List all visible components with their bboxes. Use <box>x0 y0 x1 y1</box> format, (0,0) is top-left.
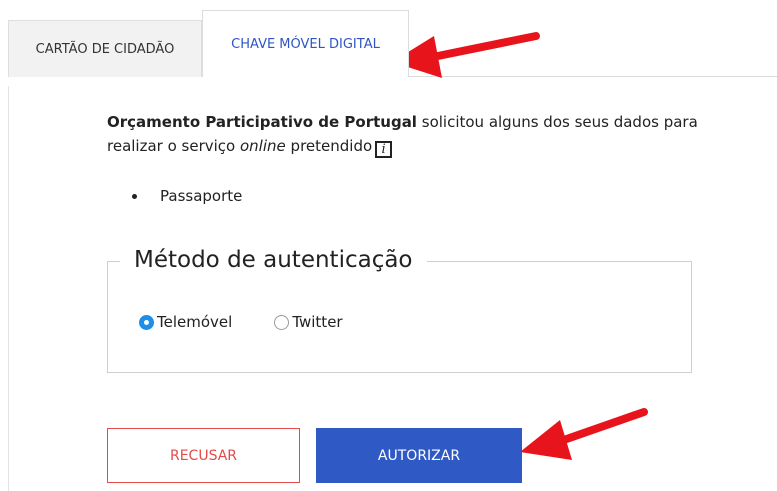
consent-intro: Orçamento Participativo de Portugal soli… <box>107 110 707 158</box>
tab-citizen-card[interactable]: CARTÃO DE CIDADÃO <box>8 20 202 77</box>
requested-data-list: Passaporte <box>130 184 242 208</box>
tab-mobile-key[interactable]: CHAVE MÓVEL DIGITAL <box>202 10 409 77</box>
arrow-icon-authorize <box>520 408 648 460</box>
auth-method-options: Telemóvel Twitter <box>139 313 385 331</box>
radio-unchecked-icon[interactable] <box>274 314 290 330</box>
tab-divider <box>401 76 777 77</box>
info-icon[interactable]: i <box>375 141 393 158</box>
radio-checked-icon[interactable] <box>139 314 154 330</box>
page: CARTÃO DE CIDADÃO CHAVE MÓVEL DIGITAL Or… <box>0 0 777 491</box>
auth-method-legend: Método de autenticação <box>120 244 427 276</box>
intro-online-word: online <box>240 137 286 155</box>
tab-citizen-card-label: CARTÃO DE CIDADÃO <box>35 41 175 57</box>
radio-twitter-label: Twitter <box>292 313 343 331</box>
radio-twitter[interactable]: Twitter <box>274 313 343 331</box>
list-item: Passaporte <box>130 184 242 208</box>
radio-telemovel[interactable]: Telemóvel <box>139 313 232 331</box>
decline-button[interactable]: RECUSAR <box>107 428 300 483</box>
authorize-button[interactable]: AUTORIZAR <box>316 428 522 483</box>
radio-telemovel-label: Telemóvel <box>157 313 233 331</box>
tab-mobile-key-label: CHAVE MÓVEL DIGITAL <box>231 36 380 52</box>
content-border <box>8 86 9 491</box>
authorize-button-label: AUTORIZAR <box>377 447 461 464</box>
intro-text-part2: pretendido <box>290 137 373 155</box>
organization-name: Orçamento Participativo de Portugal <box>107 113 417 131</box>
decline-button-label: RECUSAR <box>169 447 238 464</box>
